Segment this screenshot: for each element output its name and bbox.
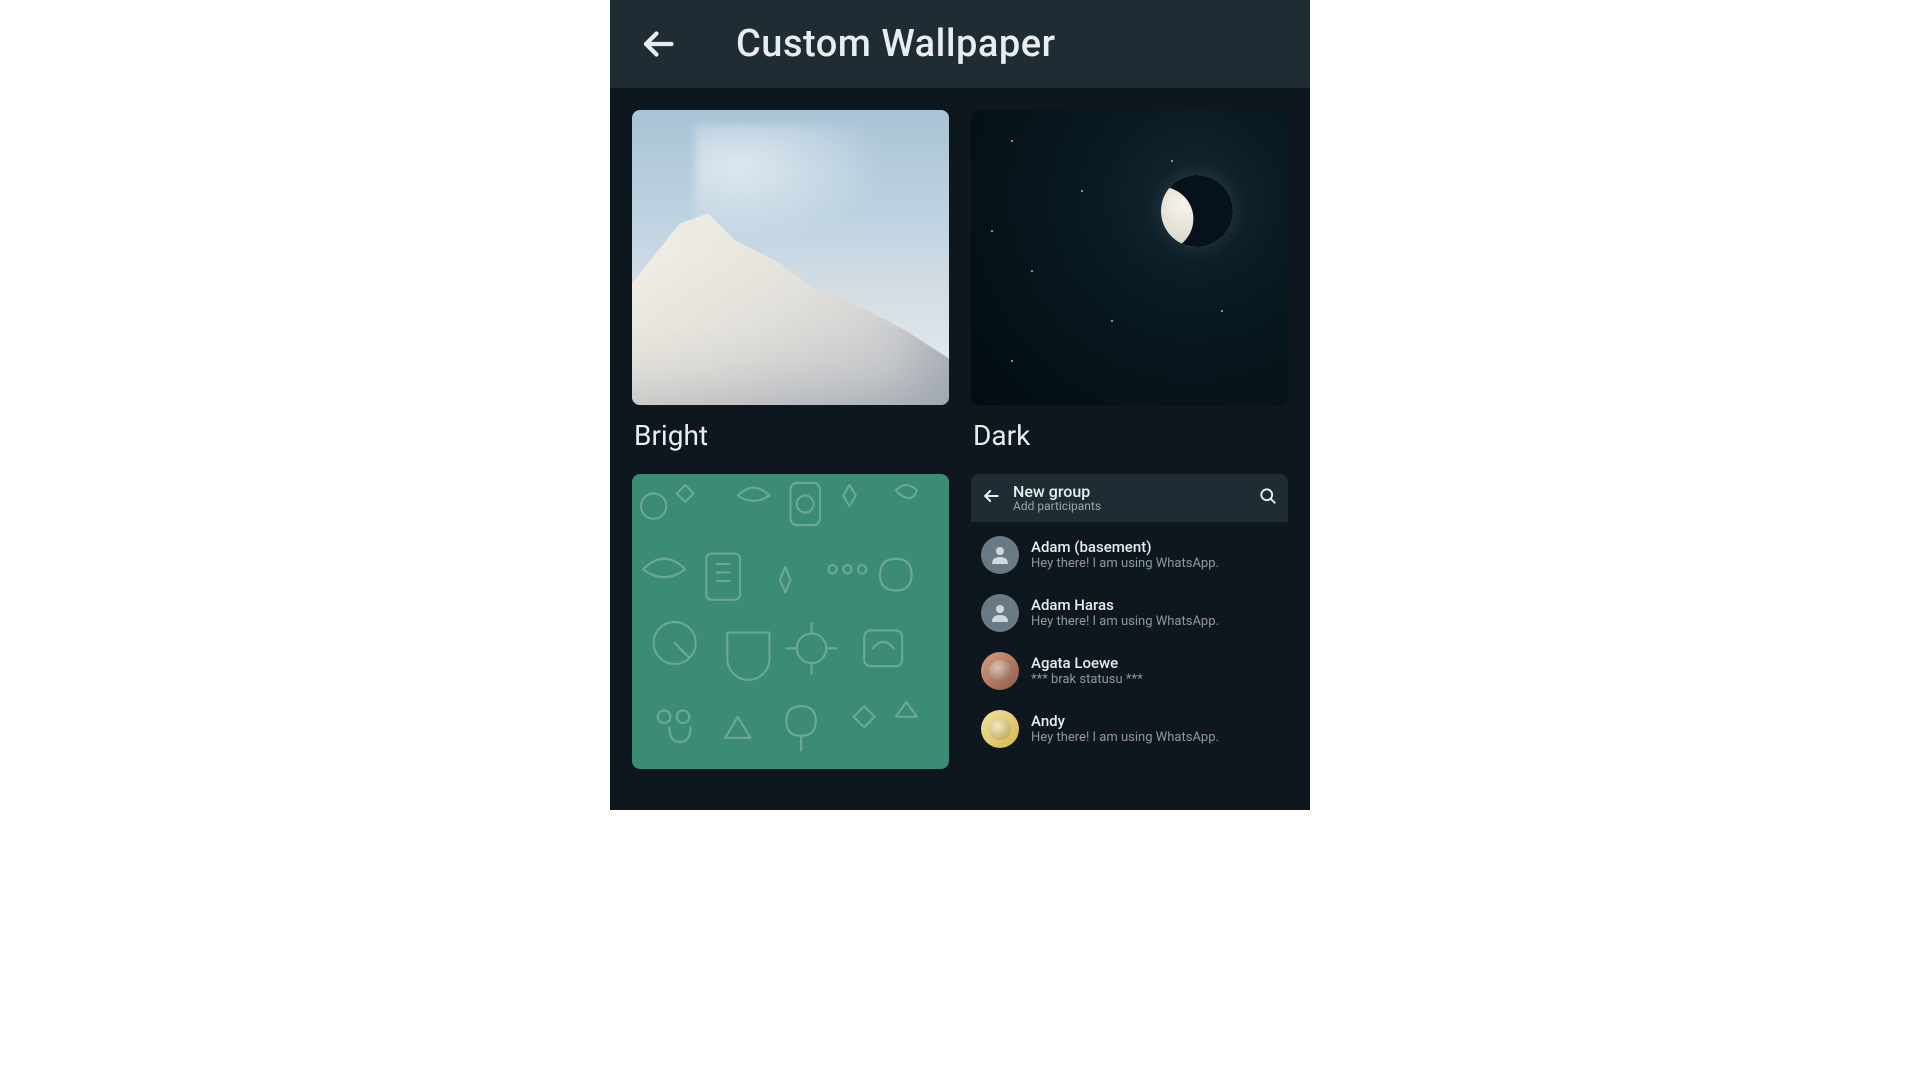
preview-contact-list: Adam (basement) Hey there! I am using Wh… xyxy=(971,522,1288,769)
back-button[interactable] xyxy=(640,26,676,62)
contact-text: Andy Hey there! I am using WhatsApp. xyxy=(1031,712,1219,746)
content-area: Bright Dark xyxy=(610,88,1310,810)
category-dark[interactable]: Dark xyxy=(971,110,1288,452)
thumbnail-bright xyxy=(632,110,949,405)
category-label-dark: Dark xyxy=(971,419,1288,452)
contact-status: Hey there! I am using WhatsApp. xyxy=(1031,730,1219,746)
search-icon xyxy=(1258,486,1278,506)
preview-subtitle: Add participants xyxy=(1013,500,1246,513)
avatar xyxy=(981,710,1019,748)
category-bright[interactable]: Bright xyxy=(632,110,949,452)
star-icon xyxy=(1081,190,1083,192)
category-solid[interactable] xyxy=(632,474,949,769)
list-item: Adam (basement) Hey there! I am using Wh… xyxy=(971,526,1288,584)
star-icon xyxy=(1111,320,1113,322)
list-item: Andy Hey there! I am using WhatsApp. xyxy=(971,700,1288,758)
contact-name: Agata Loewe xyxy=(1031,654,1143,672)
preview-title: New group xyxy=(1013,483,1246,501)
star-icon xyxy=(1221,310,1223,312)
contact-text: Adam Haras Hey there! I am using WhatsAp… xyxy=(1031,596,1219,630)
preview-back-icon xyxy=(981,486,1001,510)
preview-title-block: New group Add participants xyxy=(1013,483,1246,514)
arrow-left-icon xyxy=(981,486,1001,506)
person-icon xyxy=(988,543,1012,567)
thumbnail-dark xyxy=(971,110,1288,405)
person-icon xyxy=(988,601,1012,625)
preview-header: New group Add participants xyxy=(971,474,1288,522)
star-icon xyxy=(1011,140,1013,142)
list-item: Adam Haras Hey there! I am using WhatsAp… xyxy=(971,584,1288,642)
contact-name: Adam (basement) xyxy=(1031,538,1219,556)
arrow-left-icon xyxy=(640,26,676,62)
thumbnail-solid xyxy=(632,474,949,769)
star-icon xyxy=(991,230,993,232)
wallpaper-grid: Bright Dark xyxy=(632,110,1288,769)
contact-text: Adam (basement) Hey there! I am using Wh… xyxy=(1031,538,1219,572)
contact-status: *** brak statusu *** xyxy=(1031,672,1143,688)
page-title: Custom Wallpaper xyxy=(736,22,1056,66)
category-newgroup-preview[interactable]: New group Add participants xyxy=(971,474,1288,769)
contact-text: Agata Loewe *** brak statusu *** xyxy=(1031,654,1143,688)
avatar xyxy=(981,594,1019,632)
list-item: Agata Loewe *** brak statusu *** xyxy=(971,642,1288,700)
thumbnail-newgroup: New group Add participants xyxy=(971,474,1288,769)
contact-name: Adam Haras xyxy=(1031,596,1219,614)
star-icon xyxy=(1171,160,1173,162)
avatar xyxy=(981,536,1019,574)
contact-status: Hey there! I am using WhatsApp. xyxy=(1031,614,1219,630)
avatar xyxy=(981,652,1019,690)
category-label-bright: Bright xyxy=(632,419,949,452)
preview-search-icon xyxy=(1258,486,1278,510)
mist-illustration xyxy=(695,125,917,258)
contact-name: Andy xyxy=(1031,712,1219,730)
doodle-pattern xyxy=(632,474,949,769)
app-header: Custom Wallpaper xyxy=(610,0,1310,88)
star-icon xyxy=(1011,360,1013,362)
moon-illustration xyxy=(1150,164,1244,258)
app-frame: Custom Wallpaper Bright xyxy=(610,0,1310,810)
star-icon xyxy=(1031,270,1033,272)
contact-status: Hey there! I am using WhatsApp. xyxy=(1031,556,1219,572)
